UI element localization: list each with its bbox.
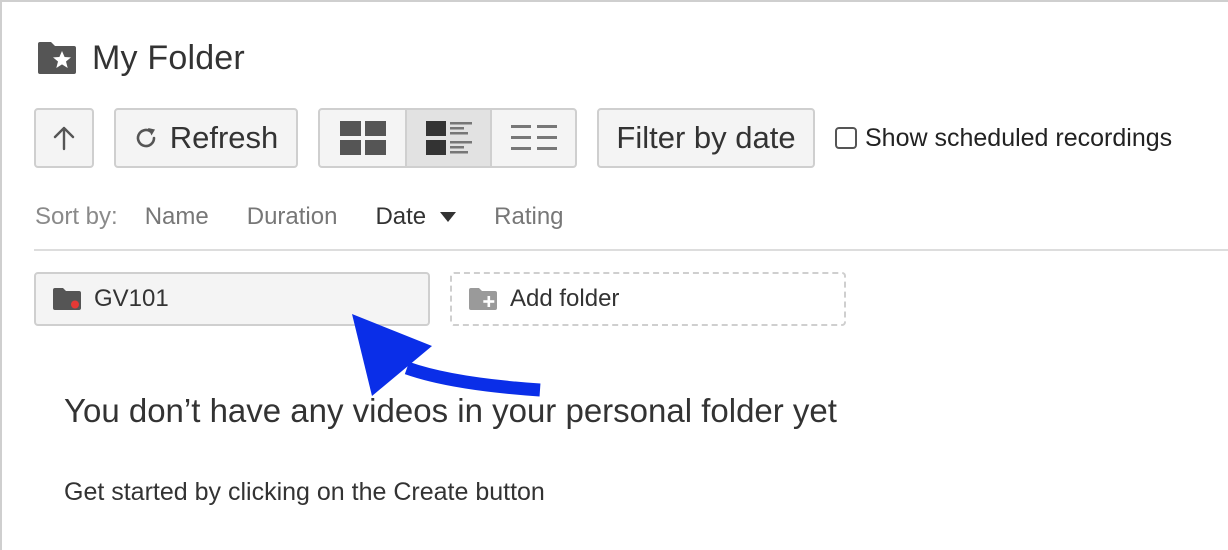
detail-list-view-button[interactable] bbox=[405, 110, 490, 166]
arrow-up-icon bbox=[53, 126, 75, 151]
sort-option-date[interactable]: Date bbox=[375, 203, 457, 231]
header: My Folder bbox=[36, 36, 245, 80]
show-scheduled-toggle[interactable]: Show scheduled recordings bbox=[835, 124, 1172, 153]
sort-option-rating[interactable]: Rating bbox=[494, 203, 563, 231]
page-title: My Folder bbox=[92, 38, 245, 77]
refresh-label: Refresh bbox=[169, 120, 279, 155]
app-frame: My Folder Refresh Filter by date Show sc… bbox=[0, 0, 1228, 550]
empty-state-heading: You don’t have any videos in your person… bbox=[64, 392, 837, 429]
folder-name: GV101 bbox=[94, 285, 169, 312]
grid-view-icon bbox=[339, 121, 386, 155]
caret-down-icon bbox=[440, 211, 457, 222]
sort-option-date-label: Date bbox=[375, 203, 427, 230]
filter-by-date-button[interactable]: Filter by date bbox=[597, 108, 815, 168]
sort-bar: Sort by: Name Duration Date Rating bbox=[35, 200, 602, 234]
grid-view-button[interactable] bbox=[320, 110, 405, 166]
sort-option-name[interactable]: Name bbox=[145, 203, 209, 231]
up-button[interactable] bbox=[34, 108, 94, 168]
sort-option-duration[interactable]: Duration bbox=[247, 203, 338, 231]
sort-label: Sort by: bbox=[35, 203, 118, 230]
refresh-icon bbox=[136, 128, 156, 148]
detail-list-view-icon bbox=[425, 121, 472, 155]
divider bbox=[34, 249, 1228, 251]
show-scheduled-checkbox[interactable] bbox=[835, 127, 857, 149]
show-scheduled-label: Show scheduled recordings bbox=[865, 123, 1173, 152]
list-view-icon bbox=[510, 125, 557, 150]
list-view-button[interactable] bbox=[490, 110, 575, 166]
view-toggle-group bbox=[318, 108, 577, 168]
empty-state-subtext: Get started by clicking on the Create bu… bbox=[64, 478, 545, 506]
refresh-button[interactable]: Refresh bbox=[114, 108, 298, 168]
toolbar: Refresh Filter by date Show scheduled re… bbox=[34, 108, 1172, 168]
folder-icon bbox=[53, 288, 81, 310]
folder-star-icon bbox=[38, 42, 76, 74]
